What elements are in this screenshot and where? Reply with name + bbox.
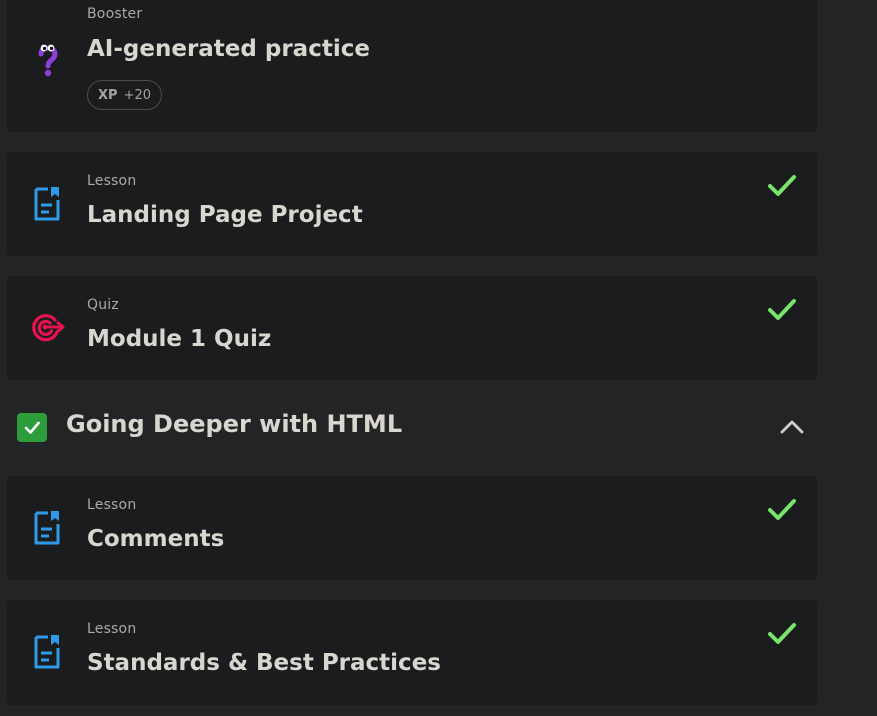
item-type-label: Lesson — [87, 621, 137, 637]
item-title: Module 1 Quiz — [87, 326, 272, 352]
booster-card[interactable]: Booster AI-generated practice XP +20 — [7, 0, 817, 132]
check-icon — [767, 173, 797, 199]
xp-label: XP — [98, 87, 118, 103]
quiz-card[interactable]: Quiz Module 1 Quiz — [7, 276, 817, 380]
item-type-label: Booster — [87, 6, 143, 22]
xp-badge: XP +20 — [87, 80, 162, 110]
item-type-label: Lesson — [87, 173, 137, 189]
item-title: Comments — [87, 526, 225, 552]
checkmark-icon — [24, 421, 40, 434]
section-header[interactable]: Going Deeper with HTML — [7, 398, 817, 458]
document-icon — [33, 510, 63, 546]
lesson-card[interactable]: Lesson Comments — [7, 476, 817, 580]
chevron-up-icon[interactable] — [779, 416, 805, 438]
xp-value: +20 — [123, 87, 151, 103]
check-icon — [767, 297, 797, 323]
question-mark-icon — [35, 42, 65, 78]
item-title: AI-generated practice — [87, 36, 370, 62]
item-title: Standards & Best Practices — [87, 650, 441, 676]
check-icon — [767, 621, 797, 647]
item-type-label: Lesson — [87, 497, 137, 513]
section-title: Going Deeper with HTML — [66, 410, 403, 438]
check-icon — [767, 497, 797, 523]
document-icon — [33, 634, 63, 670]
lesson-card[interactable]: Lesson Standards & Best Practices — [7, 600, 817, 705]
lesson-card[interactable]: Lesson Landing Page Project — [7, 152, 817, 256]
section-completed-checkbox — [17, 413, 47, 442]
target-icon — [30, 312, 66, 344]
item-title: Landing Page Project — [87, 202, 363, 228]
course-module-list: Booster AI-generated practice XP +20 Les… — [0, 0, 877, 716]
document-icon — [33, 186, 63, 222]
item-type-label: Quiz — [87, 297, 119, 313]
